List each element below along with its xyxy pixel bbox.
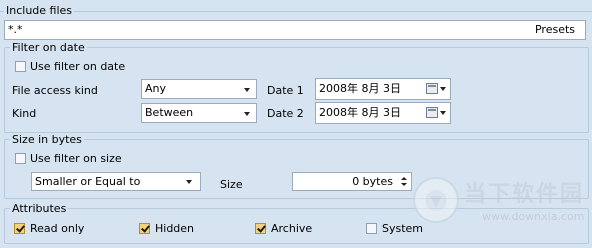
use-date-filter-checkbox[interactable] [15,61,26,72]
kind-select[interactable]: Between [141,103,257,123]
read-only-label: Read only [30,222,85,235]
size-in-bytes-legend: Size in bytes [10,133,84,146]
access-kind-label: File access kind [12,84,98,97]
chevron-down-icon [440,111,446,115]
date1-value: 2008年 8月 3日 [319,82,401,95]
kind-label: Kind [12,107,37,120]
chevron-down-icon [186,180,192,184]
hidden-checkbox[interactable] [139,223,150,234]
chevron-down-icon [244,88,250,92]
include-files-value: *.* [8,23,23,36]
kind-value: Between [145,106,194,119]
date1-picker[interactable]: 2008年 8月 3日 [315,78,451,100]
include-files-input[interactable]: *.* Presets [4,20,586,40]
size-label: Size [220,178,243,191]
spin-up-icon[interactable] [401,177,407,180]
date1-label: Date 1 [267,84,304,97]
date2-value: 2008年 8月 3日 [319,106,401,119]
size-value: 0 bytes [352,175,393,188]
read-only-checkbox[interactable] [14,223,25,234]
size-spinner[interactable]: 0 bytes [292,172,412,191]
archive-checkbox[interactable] [255,223,266,234]
date2-label: Date 2 [267,107,304,120]
filter-on-date-legend: Filter on date [10,41,87,54]
spin-down-icon[interactable] [401,183,407,186]
chevron-down-icon [244,112,250,116]
use-size-filter-checkbox[interactable] [15,153,26,164]
calendar-icon[interactable] [426,107,438,118]
include-files-legend: Include files [4,4,75,17]
calendar-icon[interactable] [426,83,438,94]
attributes-legend: Attributes [10,202,69,215]
access-kind-select[interactable]: Any [141,79,257,99]
chevron-down-icon [440,87,446,91]
hidden-label: Hidden [155,222,195,235]
size-comparison-value: Smaller or Equal to [35,175,141,188]
presets-button[interactable]: Presets [535,21,575,39]
include-files-divider [0,11,592,12]
access-kind-value: Any [145,82,167,95]
system-label: System [382,222,424,235]
use-date-filter-label: Use filter on date [30,60,126,73]
system-checkbox[interactable] [366,223,377,234]
archive-label: Archive [271,222,313,235]
use-size-filter-label: Use filter on size [30,152,122,165]
date2-picker[interactable]: 2008年 8月 3日 [315,102,451,124]
size-comparison-select[interactable]: Smaller or Equal to [31,172,201,191]
